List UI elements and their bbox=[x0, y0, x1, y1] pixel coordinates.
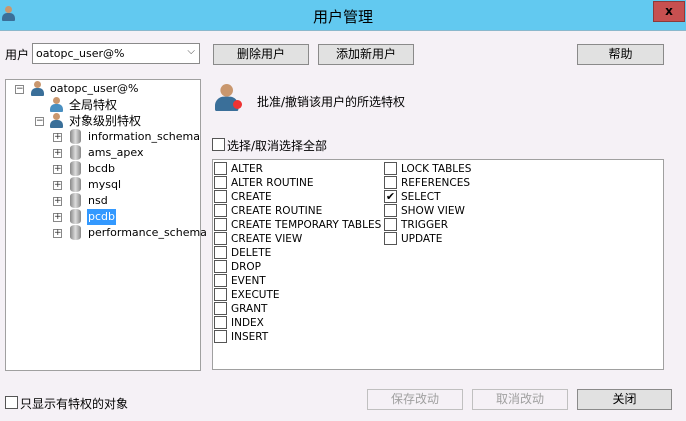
tree-global-privileges[interactable]: 全局特权 bbox=[69, 97, 117, 113]
privilege-checkbox[interactable] bbox=[214, 176, 227, 189]
help-button[interactable]: 帮助 bbox=[577, 44, 664, 65]
expand-icon[interactable]: + bbox=[53, 229, 62, 238]
privilege-checkbox[interactable] bbox=[214, 260, 227, 273]
expand-icon[interactable]: + bbox=[53, 197, 62, 206]
window-title: 用户管理 bbox=[312, 8, 373, 26]
expand-icon[interactable]: + bbox=[53, 181, 62, 190]
privilege-label: CREATE bbox=[231, 191, 272, 203]
database-icon bbox=[70, 161, 81, 176]
privilege-checkbox[interactable] bbox=[214, 232, 227, 245]
privilege-checkbox[interactable] bbox=[214, 316, 227, 329]
privilege-checkbox[interactable] bbox=[214, 204, 227, 217]
add-user-button[interactable]: 添加新用户 bbox=[318, 44, 414, 65]
privilege-checkbox[interactable] bbox=[214, 330, 227, 343]
close-window-button[interactable]: x bbox=[653, 1, 685, 22]
cancel-changes-button[interactable]: 取消改动 bbox=[472, 389, 568, 410]
privilege-list[interactable]: ALTER ALTER ROUTINE CREATE CREATE ROUTIN… bbox=[212, 159, 664, 370]
title-bar: 用户管理 x bbox=[0, 0, 686, 31]
privilege-label: DROP bbox=[231, 261, 261, 273]
expand-icon[interactable]: + bbox=[53, 133, 62, 142]
delete-user-button[interactable]: 删除用户 bbox=[213, 44, 309, 65]
privilege-checkbox[interactable] bbox=[214, 218, 227, 231]
privilege-checkbox[interactable]: ✔ bbox=[384, 190, 397, 203]
close-button[interactable]: 关闭 bbox=[577, 389, 672, 410]
privilege-label: CREATE TEMPORARY TABLES bbox=[231, 219, 382, 231]
tree-database[interactable]: nsd bbox=[87, 193, 109, 209]
tree-database[interactable]: information_schema bbox=[87, 129, 201, 145]
only-privileged-label: 只显示有特权的对象 bbox=[20, 397, 129, 411]
chevron-down-icon: ⌵ bbox=[187, 46, 195, 57]
privilege-label: UPDATE bbox=[401, 233, 443, 245]
user-label: 用户 bbox=[5, 48, 30, 62]
user-icon bbox=[31, 81, 45, 97]
privilege-checkbox[interactable] bbox=[214, 302, 227, 315]
save-changes-button[interactable]: 保存改动 bbox=[367, 389, 463, 410]
privilege-checkbox[interactable] bbox=[384, 162, 397, 175]
privilege-label: CREATE ROUTINE bbox=[231, 205, 323, 217]
privilege-label: ALTER bbox=[231, 163, 263, 175]
select-all-checkbox[interactable] bbox=[212, 138, 225, 151]
privilege-label: CREATE VIEW bbox=[231, 233, 303, 245]
panel-heading: 批准/撤销该用户的所选特权 bbox=[257, 95, 406, 109]
privilege-label: DELETE bbox=[231, 247, 272, 259]
privilege-checkbox[interactable] bbox=[214, 162, 227, 175]
privilege-label: TRIGGER bbox=[401, 219, 449, 231]
collapse-icon[interactable]: − bbox=[35, 117, 44, 126]
privilege-label: LOCK TABLES bbox=[401, 163, 472, 175]
privilege-label: SELECT bbox=[401, 191, 441, 203]
expand-icon[interactable]: + bbox=[53, 213, 62, 222]
privilege-checkbox[interactable] bbox=[214, 190, 227, 203]
privilege-label: INDEX bbox=[231, 317, 264, 329]
privilege-checkbox[interactable] bbox=[384, 218, 397, 231]
database-icon bbox=[70, 209, 81, 224]
tree-database[interactable]: mysql bbox=[87, 177, 122, 193]
database-icon bbox=[70, 193, 81, 208]
privilege-label: ALTER ROUTINE bbox=[231, 177, 314, 189]
expand-icon[interactable]: + bbox=[53, 149, 62, 158]
select-all-label: 选择/取消选择全部 bbox=[227, 139, 328, 153]
database-icon bbox=[70, 177, 81, 192]
privilege-checkbox[interactable] bbox=[384, 176, 397, 189]
database-icon bbox=[70, 225, 81, 240]
privilege-checkbox[interactable] bbox=[214, 246, 227, 259]
privilege-label: EVENT bbox=[231, 275, 266, 287]
global-privilege-icon bbox=[50, 97, 64, 113]
tree-database[interactable]: performance_schema bbox=[87, 225, 208, 241]
expand-icon[interactable]: + bbox=[53, 165, 62, 174]
privilege-checkbox[interactable] bbox=[384, 204, 397, 217]
privilege-tree[interactable]: − oatopc_user@% 全局特权 − 对象级别特权 + informat… bbox=[5, 79, 207, 371]
tree-object-privileges[interactable]: 对象级别特权 bbox=[69, 113, 141, 129]
object-privilege-icon bbox=[50, 113, 64, 129]
tree-root-user[interactable]: oatopc_user@% bbox=[50, 81, 139, 97]
collapse-icon[interactable]: − bbox=[15, 85, 24, 94]
user-select-value: oatopc_user@% bbox=[36, 47, 125, 60]
privilege-label: SHOW VIEW bbox=[401, 205, 465, 217]
privilege-checkbox[interactable] bbox=[214, 274, 227, 287]
privilege-checkbox[interactable] bbox=[384, 232, 397, 245]
database-icon bbox=[70, 145, 81, 160]
privilege-label: GRANT bbox=[231, 303, 268, 315]
tree-database[interactable]: pcdb bbox=[87, 209, 116, 225]
only-privileged-checkbox[interactable] bbox=[5, 396, 18, 409]
user-select[interactable]: oatopc_user@% ⌵ bbox=[32, 43, 200, 64]
tree-database[interactable]: bcdb bbox=[87, 161, 116, 177]
privilege-label: REFERENCES bbox=[401, 177, 471, 189]
privilege-checkbox[interactable] bbox=[214, 288, 227, 301]
database-icon bbox=[70, 129, 81, 144]
tree-database[interactable]: ams_apex bbox=[87, 145, 145, 161]
privilege-badge-icon bbox=[233, 100, 242, 109]
privilege-label: INSERT bbox=[231, 331, 269, 343]
privilege-label: EXECUTE bbox=[231, 289, 280, 301]
